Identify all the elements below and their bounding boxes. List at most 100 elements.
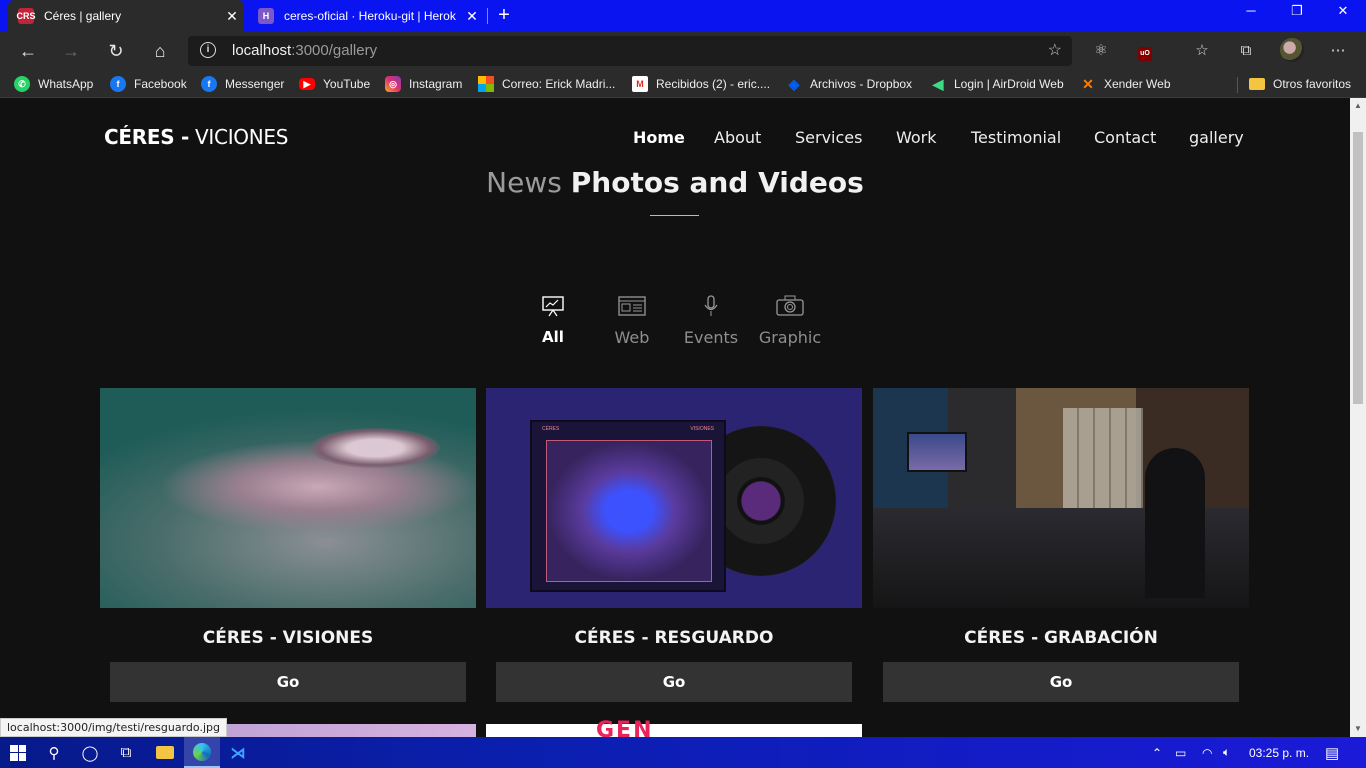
gmail-icon: M — [632, 76, 648, 92]
tab-title: ceres-oficial · Heroku-git | Herok — [284, 9, 456, 23]
minimize-button[interactable]: ─ — [1228, 0, 1274, 24]
site-brand[interactable]: CÉRES - VICIONES — [104, 125, 288, 149]
more-menu-icon[interactable]: ⋯ — [1325, 38, 1351, 64]
gallery-card-partial[interactable]: GEN — [486, 720, 862, 737]
favorite-star-icon[interactable]: ☆ — [1048, 40, 1062, 60]
card-image[interactable] — [873, 388, 1249, 608]
scrollbar-thumb[interactable] — [1353, 132, 1363, 404]
scroll-down-arrow-icon[interactable]: ▼ — [1350, 721, 1366, 737]
ceres-favicon-icon: CRS — [17, 8, 36, 24]
microsoft-icon — [478, 76, 494, 92]
info-icon[interactable]: i — [200, 42, 216, 58]
browser-window-icon — [597, 294, 667, 318]
vscode-icon[interactable]: ⋊ — [220, 737, 256, 768]
bookmark-xender[interactable]: ✕ Xender Web — [1080, 75, 1170, 93]
bookmark-youtube[interactable]: ▶ YouTube — [299, 75, 370, 93]
presentation-icon — [518, 294, 588, 318]
card-title: CÉRES - RESGUARDO — [574, 628, 774, 648]
monitor — [907, 432, 967, 472]
ublock-icon[interactable]: uO — [1132, 38, 1158, 64]
tab-title: Céres | gallery — [44, 9, 122, 23]
bookmark-facebook[interactable]: f Facebook — [110, 75, 187, 93]
nav-contact[interactable]: Contact — [1094, 128, 1156, 147]
bookmark-gmail[interactable]: M Recibidos (2) - eric.... — [632, 75, 770, 93]
microphone-icon — [676, 294, 746, 318]
search-icon[interactable]: ⚲ — [36, 737, 72, 768]
nav-about[interactable]: About — [714, 128, 761, 147]
bookmark-correo[interactable]: Correo: Erick Madri... — [478, 75, 615, 93]
go-button[interactable]: Go — [883, 662, 1239, 702]
bookmark-messenger[interactable]: f Messenger — [201, 75, 284, 93]
gallery-card: CÉRES - VISIONES Go — [100, 388, 476, 702]
cortana-icon[interactable]: ◯ — [72, 737, 108, 768]
nav-services[interactable]: Services — [795, 128, 862, 147]
new-tab-button[interactable]: + — [492, 4, 516, 28]
filter-label: Events — [683, 328, 739, 347]
bookmark-other-favorites[interactable]: Otros favoritos — [1249, 75, 1351, 93]
start-button[interactable] — [0, 737, 36, 768]
card-image[interactable] — [100, 388, 476, 608]
card-title: CÉRES - VISIONES — [202, 628, 374, 648]
filter-graphic[interactable]: Graphic — [755, 294, 825, 347]
filter-all[interactable]: All — [518, 294, 588, 346]
card-image[interactable]: CÉRES VISIONES — [486, 388, 862, 608]
sleeve-label-right: VISIONES — [690, 426, 714, 432]
close-tab-icon[interactable]: ✕ — [220, 8, 244, 25]
address-bar[interactable]: i localhost:3000/gallery ☆ — [188, 36, 1072, 66]
nav-home[interactable]: Home — [633, 128, 685, 147]
bookmarks-bar: ✆ WhatsApp f Facebook f Messenger ▶ YouTube … — [0, 70, 1366, 98]
person-silhouette — [1145, 448, 1205, 598]
facebook-icon: f — [110, 76, 126, 92]
sleeve-label-left: CÉRES — [542, 426, 560, 432]
battery-icon[interactable]: ▭ — [1175, 737, 1186, 768]
album-art — [546, 440, 712, 582]
refresh-button[interactable]: ↻ — [102, 38, 130, 64]
volume-icon[interactable]: 🔈︎ — [1223, 737, 1230, 768]
page-scrollbar[interactable]: ▲ ▼ — [1350, 98, 1366, 737]
nav-gallery[interactable]: gallery — [1189, 128, 1244, 147]
back-button[interactable]: ← — [14, 38, 42, 64]
bookmark-whatsapp[interactable]: ✆ WhatsApp — [14, 75, 93, 93]
filter-label: Graphic — [758, 328, 822, 347]
filter-events[interactable]: Events — [676, 294, 746, 347]
close-window-button[interactable]: ✕ — [1320, 0, 1366, 24]
tray-chevron-icon[interactable]: ⌃ — [1152, 737, 1162, 768]
scroll-up-arrow-icon[interactable]: ▲ — [1350, 98, 1366, 114]
folder-icon — [1249, 78, 1265, 90]
notifications-icon[interactable]: ▤ — [1325, 737, 1339, 768]
dropbox-icon: ◈ — [788, 75, 800, 92]
forward-button[interactable]: → — [57, 38, 85, 64]
browser-toolbar: ← → ↻ ⌂ i localhost:3000/gallery ☆ ⚛ uO … — [0, 32, 1366, 70]
camera-icon — [755, 294, 825, 318]
clock[interactable]: 03:25 p. m. — [1249, 737, 1309, 768]
home-button[interactable]: ⌂ — [146, 38, 174, 64]
nav-testimonial[interactable]: Testimonial — [971, 128, 1061, 147]
gallery-card: CÉRES - GRABACIÓN Go — [873, 388, 1249, 702]
tab-heroku[interactable]: H ceres-oficial · Heroku-git | Herok ✕ — [248, 0, 484, 32]
wifi-icon[interactable]: ◠ — [1202, 737, 1212, 768]
close-tab-icon[interactable]: ✕ — [460, 8, 484, 25]
xender-icon: ✕ — [1082, 75, 1094, 92]
windows-taskbar: ⚲ ◯ ⧉ ⋊ ⌃ ▭ ◠ 🔈︎ 03:25 p. m. ▤ — [0, 737, 1366, 768]
favorites-icon[interactable]: ☆ — [1189, 38, 1215, 64]
tab-ceres-gallery[interactable]: CRS Céres | gallery ✕ — [8, 0, 244, 32]
nav-work[interactable]: Work — [896, 128, 937, 147]
page-title: News Photos and Videos — [486, 166, 864, 199]
react-devtools-icon[interactable]: ⚛ — [1088, 38, 1114, 64]
task-view-icon[interactable]: ⧉ — [108, 737, 144, 768]
bookmark-airdroid[interactable]: ◀ Login | AirDroid Web — [930, 75, 1064, 93]
bookmark-dropbox[interactable]: ◈ Archivos - Dropbox — [786, 75, 912, 93]
go-button[interactable]: Go — [110, 662, 466, 702]
bookmark-instagram[interactable]: ◎ Instagram — [385, 75, 462, 93]
filter-web[interactable]: Web — [597, 294, 667, 347]
file-explorer-icon[interactable] — [147, 737, 183, 768]
tab-separator — [487, 8, 488, 24]
restore-button[interactable]: ❐ — [1274, 0, 1320, 24]
profile-avatar[interactable] — [1279, 38, 1305, 64]
collections-icon[interactable]: ⧉ — [1233, 38, 1259, 64]
gallery-card: CÉRES VISIONES CÉRES - RESGUARDO Go — [486, 388, 862, 702]
windows-logo-icon — [10, 744, 26, 761]
bookmarks-separator — [1237, 77, 1238, 93]
edge-browser-icon[interactable] — [184, 737, 220, 768]
go-button[interactable]: Go — [496, 662, 852, 702]
